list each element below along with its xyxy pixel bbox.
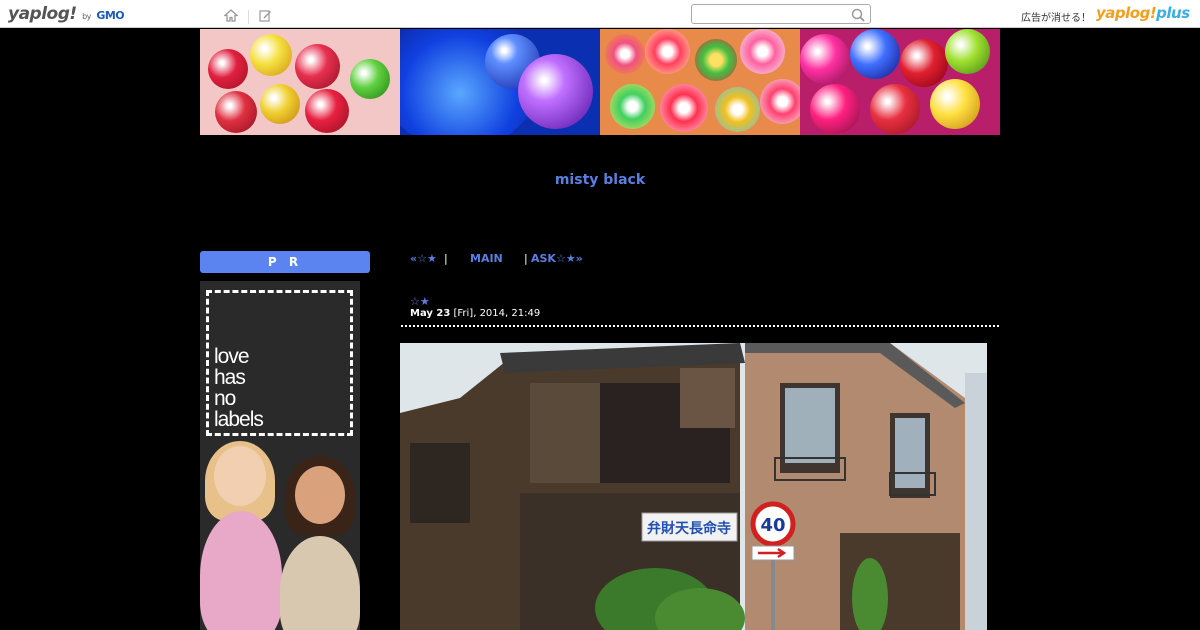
- yaplog-plus-logo[interactable]: yaplog!plus: [1096, 4, 1190, 22]
- site-title[interactable]: misty black: [0, 172, 1200, 188]
- ad-slogan-line: love: [214, 345, 250, 368]
- next-entry-link[interactable]: ASK☆★»: [531, 252, 583, 265]
- logo-main-text: yaplog!: [8, 4, 77, 24]
- entry-date-rest: [Fri], 2014, 21:49: [450, 308, 541, 319]
- ad-slogan: love has no labels: [214, 345, 264, 431]
- plus-logo-text-a: yaplog!: [1096, 4, 1157, 22]
- logo-gmo-text: GMO: [96, 9, 125, 22]
- edit-icon[interactable]: [259, 7, 272, 26]
- ad-slogan-line: no: [214, 387, 236, 410]
- temple-sign-text: 弁財天長命寺: [647, 520, 731, 537]
- prev-entry-link[interactable]: «☆★: [410, 252, 437, 265]
- banner-glass-image: [400, 29, 600, 135]
- main-link[interactable]: MAIN: [470, 252, 503, 265]
- top-icons: [223, 7, 272, 26]
- plus-logo-text-b: plus: [1156, 4, 1190, 22]
- search-input[interactable]: [696, 7, 850, 26]
- top-bar: yaplog! by GMO 広告が消せる！ yaplog!plus: [0, 0, 1200, 28]
- nav-separator: |: [524, 252, 528, 265]
- speed-limit-text: 40: [760, 515, 785, 536]
- search-box: [691, 4, 871, 26]
- home-icon[interactable]: [223, 7, 239, 26]
- entry-divider: [401, 325, 999, 327]
- ad-slogan-line: has: [214, 366, 246, 389]
- icon-divider: [248, 9, 249, 24]
- search-icon[interactable]: [851, 7, 865, 26]
- logo-by-text: by: [82, 12, 91, 21]
- banner-candy-image-3: [800, 29, 1000, 135]
- nav-separator: |: [444, 252, 448, 265]
- pr-header: P R: [200, 251, 370, 273]
- street-building-photo: 弁財天長命寺 40: [400, 343, 987, 630]
- remove-ads-text[interactable]: 広告が消せる！: [1021, 9, 1091, 24]
- entry-title[interactable]: ☆★: [410, 295, 430, 308]
- header-banner: [200, 29, 1000, 135]
- entry-date-day: May 23: [410, 308, 451, 319]
- ad-slogan-line: labels: [214, 408, 264, 431]
- yaplog-logo[interactable]: yaplog! by GMO: [8, 4, 125, 24]
- banner-candy-image-2: [600, 29, 800, 135]
- entry-photo[interactable]: 弁財天長命寺 40: [400, 343, 987, 630]
- banner-candy-image-1: [200, 29, 400, 135]
- entry-date: May 23 [Fri], 2014, 21:49: [410, 308, 540, 319]
- sidebar-ad[interactable]: love has no labels: [200, 281, 360, 630]
